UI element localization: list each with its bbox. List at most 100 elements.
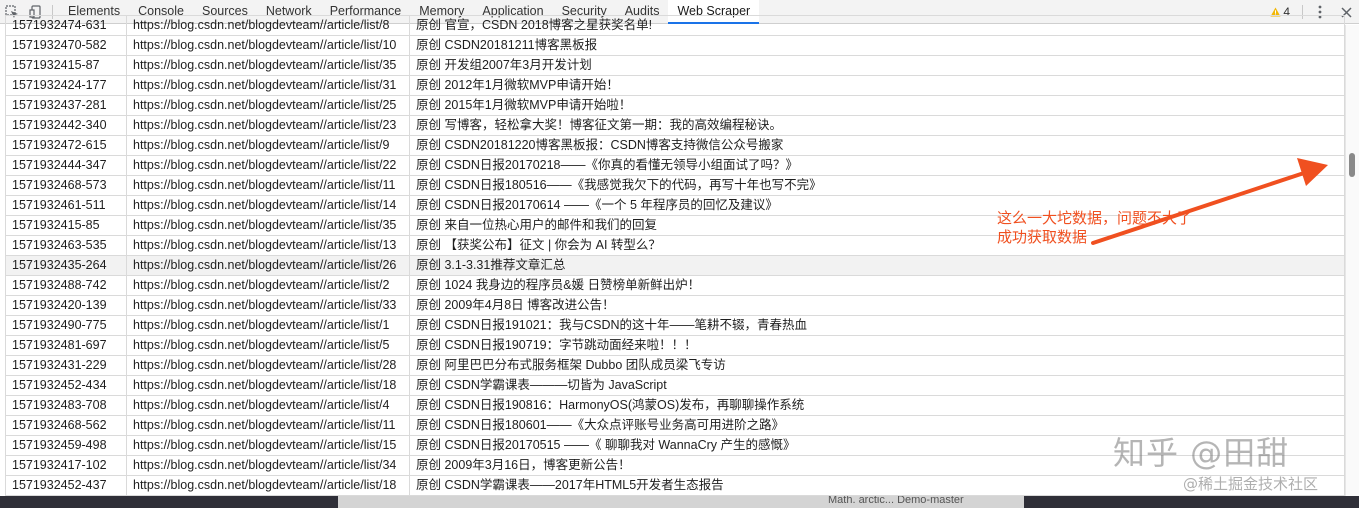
cell-id: 1571932431-229: [5, 355, 127, 376]
cell-url: https://blog.csdn.net/blogdevteam//artic…: [126, 375, 410, 396]
table-row[interactable]: 1571932488-742 https://blog.csdn.net/blog…: [5, 275, 1345, 296]
cell-title: 原创 CSDN20181211博客黑板报: [409, 35, 1345, 56]
cell-id: 1571932415-85: [5, 215, 127, 236]
cell-title: 原创 2009年4月8日 博客改进公告！: [409, 295, 1345, 316]
table-row[interactable]: 1571932435-264 https://blog.csdn.net/blog…: [5, 255, 1345, 276]
cell-url: https://blog.csdn.net/blogdevteam//artic…: [126, 195, 410, 216]
cell-url: https://blog.csdn.net/blogdevteam//artic…: [126, 355, 410, 376]
cell-url: https://blog.csdn.net/blogdevteam//artic…: [126, 435, 410, 456]
table-row[interactable]: 1571932452-434 https://blog.csdn.net/blog…: [5, 375, 1345, 396]
scraped-data-panel: 1571932474-631 https://blog.csdn.net/blog…: [0, 15, 1359, 496]
table-row[interactable]: 1571932415-87 https://blog.csdn.net/blogd…: [5, 55, 1345, 76]
cell-id: 1571932461-511: [5, 195, 127, 216]
cell-id: 1571932415-87: [5, 55, 127, 76]
cell-title: 原创 阿里巴巴分布式服务框架 Dubbo 团队成员梁飞专访: [409, 355, 1345, 376]
cell-title: 原创 写博客，轻松拿大奖！博客征文第一期：我的高效编程秘诀。: [409, 115, 1345, 136]
cell-title: 原创 【获奖公布】征文 | 你会为 AI 转型么？: [409, 235, 1345, 256]
scrollbar-track[interactable]: [1345, 25, 1359, 496]
annotation-note: 这么一大坨数据，问题不大了 成功获取数据: [997, 209, 1192, 247]
scraped-data-table: 1571932474-631 https://blog.csdn.net/blog…: [5, 15, 1345, 496]
cell-id: 1571932483-708: [5, 395, 127, 416]
table-row[interactable]: 1571932442-340 https://blog.csdn.net/blog…: [5, 115, 1345, 136]
table-row[interactable]: 1571932452-437 https://blog.csdn.net/blog…: [5, 475, 1345, 496]
cell-id: 1571932470-582: [5, 35, 127, 56]
cell-url: https://blog.csdn.net/blogdevteam//artic…: [126, 275, 410, 296]
table-row[interactable]: 1571932431-229 https://blog.csdn.net/blog…: [5, 355, 1345, 376]
cell-title: 原创 CSDN日报20170614 ——《一个 5 年程序员的回忆及建议》: [409, 195, 1345, 216]
annotation-line-2: 成功获取数据: [997, 228, 1088, 246]
zhihu-watermark: 知乎 @田甜: [1113, 434, 1290, 472]
cell-id: 1571932452-437: [5, 475, 127, 496]
background-dark-region: [0, 496, 338, 508]
cell-url: https://blog.csdn.net/blogdevteam//artic…: [126, 315, 410, 336]
table-row[interactable]: 1571932437-281 https://blog.csdn.net/blog…: [5, 95, 1345, 116]
scrollbar-thumb[interactable]: [1349, 153, 1355, 177]
cell-title: 原创 CSDN日报190816：HarmonyOS(鸿蒙OS)发布，再聊聊操作系…: [409, 395, 1345, 416]
juejin-watermark: @稀土掘金技术社区: [1183, 475, 1319, 493]
cell-url: https://blog.csdn.net/blogdevteam//artic…: [126, 95, 410, 116]
cell-id: 1571932442-340: [5, 115, 127, 136]
table-row[interactable]: 1571932474-631 https://blog.csdn.net/blog…: [5, 15, 1345, 36]
cell-id: 1571932481-697: [5, 335, 127, 356]
cell-title: 原创 3.1-3.31推荐文章汇总: [409, 255, 1345, 276]
cell-url: https://blog.csdn.net/blogdevteam//artic…: [126, 455, 410, 476]
cell-url: https://blog.csdn.net/blogdevteam//artic…: [126, 235, 410, 256]
cell-id: 1571932468-562: [5, 415, 127, 436]
cell-id: 1571932420-139: [5, 295, 127, 316]
cell-title: 原创 官宣，CSDN 2018博客之星获奖名单!: [409, 15, 1345, 36]
table-row[interactable]: 1571932468-573 https://blog.csdn.net/blog…: [5, 175, 1345, 196]
annotation-line-1: 这么一大坨数据，问题不大了: [997, 209, 1193, 227]
cell-id: 1571932474-631: [5, 15, 127, 36]
cell-title: 原创 CSDN日报20170218——《你真的看懂无领导小组面试了吗？》: [409, 155, 1345, 176]
cell-url: https://blog.csdn.net/blogdevteam//artic…: [126, 115, 410, 136]
cell-id: 1571932437-281: [5, 95, 127, 116]
cell-url: https://blog.csdn.net/blogdevteam//artic…: [126, 475, 410, 496]
cell-title: 原创 CSDN学霸课表———切皆为 JavaScript: [409, 375, 1345, 396]
cell-url: https://blog.csdn.net/blogdevteam//artic…: [126, 75, 410, 96]
cell-id: 1571932488-742: [5, 275, 127, 296]
table-row[interactable]: 1571932483-708 https://blog.csdn.net/blog…: [5, 395, 1345, 416]
cell-title: 原创 CSDN20181220博客黑板报：CSDN博客支持微信公众号搬家: [409, 135, 1345, 156]
cell-url: https://blog.csdn.net/blogdevteam//artic…: [126, 395, 410, 416]
cell-id: 1571932424-177: [5, 75, 127, 96]
cell-url: https://blog.csdn.net/blogdevteam//artic…: [126, 295, 410, 316]
table-row[interactable]: 1571932481-697 https://blog.csdn.net/blog…: [5, 335, 1345, 356]
cell-id: 1571932490-775: [5, 315, 127, 336]
cell-url: https://blog.csdn.net/blogdevteam//artic…: [126, 175, 410, 196]
cell-id: 1571932435-264: [5, 255, 127, 276]
background-finder-region: Math. arctic... Demo-master: [338, 496, 1024, 508]
cell-url: https://blog.csdn.net/blogdevteam//artic…: [126, 155, 410, 176]
cell-id: 1571932444-347: [5, 155, 127, 176]
table-row[interactable]: 1571932420-139 https://blog.csdn.net/blog…: [5, 295, 1345, 316]
cell-title: 原创 CSDN日报190719：字节跳动面经来啦！！！: [409, 335, 1345, 356]
table-body: 1571932474-631 https://blog.csdn.net/blog…: [5, 15, 1345, 496]
table-row[interactable]: 1571932472-615 https://blog.csdn.net/blog…: [5, 135, 1345, 156]
cell-url: https://blog.csdn.net/blogdevteam//artic…: [126, 15, 410, 36]
cell-title: 原创 CSDN日报191021：我与CSDN的这十年——笔耕不辍，青春热血: [409, 315, 1345, 336]
cell-url: https://blog.csdn.net/blogdevteam//artic…: [126, 215, 410, 236]
cell-id: 1571932452-434: [5, 375, 127, 396]
background-window-strip: Math. arctic... Demo-master: [0, 496, 1359, 508]
table-row[interactable]: 1571932444-347 https://blog.csdn.net/blog…: [5, 155, 1345, 176]
cell-title: 原创 2015年1月微软MVP申请开始啦！: [409, 95, 1345, 116]
cell-id: 1571932463-535: [5, 235, 127, 256]
cell-title: 原创 开发组2007年3月开发计划: [409, 55, 1345, 76]
table-row[interactable]: 1571932470-582 https://blog.csdn.net/blog…: [5, 35, 1345, 56]
cell-title: 原创 来自一位热心用户的邮件和我们的回复: [409, 215, 1345, 236]
cell-url: https://blog.csdn.net/blogdevteam//artic…: [126, 255, 410, 276]
cell-id: 1571932472-615: [5, 135, 127, 156]
cell-id: 1571932417-102: [5, 455, 127, 476]
cell-title: 原创 CSDN日报180516——《我感觉我欠下的代码，再写十年也写不完》: [409, 175, 1345, 196]
cell-url: https://blog.csdn.net/blogdevteam//artic…: [126, 55, 410, 76]
cell-url: https://blog.csdn.net/blogdevteam//artic…: [126, 415, 410, 436]
cell-url: https://blog.csdn.net/blogdevteam//artic…: [126, 335, 410, 356]
cell-url: https://blog.csdn.net/blogdevteam//artic…: [126, 35, 410, 56]
cell-url: https://blog.csdn.net/blogdevteam//artic…: [126, 135, 410, 156]
table-row[interactable]: 1571932490-775 https://blog.csdn.net/blog…: [5, 315, 1345, 336]
background-dark-region-right: [1024, 496, 1359, 508]
cell-title: 原创 1024 我身边的程序员&媛 日赞榜单新鲜出炉！: [409, 275, 1345, 296]
table-row[interactable]: 1571932424-177 https://blog.csdn.net/blog…: [5, 75, 1345, 96]
cell-id: 1571932459-498: [5, 435, 127, 456]
background-window-text: Math. arctic... Demo-master: [828, 496, 964, 506]
cell-id: 1571932468-573: [5, 175, 127, 196]
